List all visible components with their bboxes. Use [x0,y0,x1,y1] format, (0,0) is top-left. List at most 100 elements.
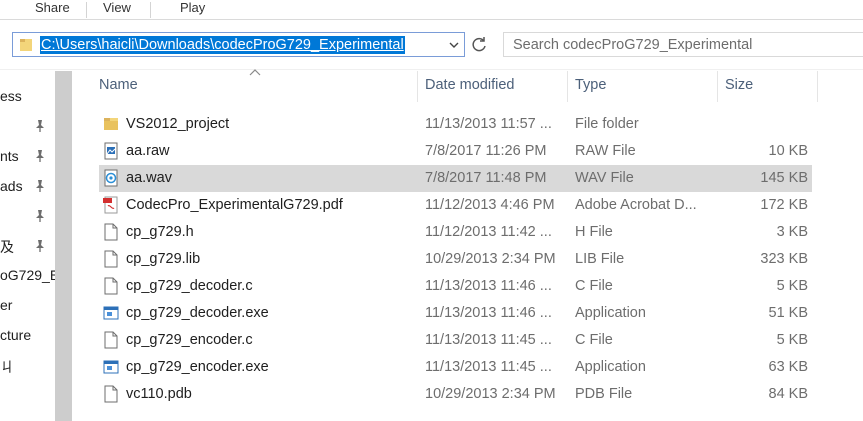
tab-play[interactable]: Play [180,0,205,15]
column-divider[interactable] [567,71,568,102]
file-date: 7/8/2017 11:48 PM [425,170,547,186]
file-type: LIB File [575,251,625,267]
nav-item[interactable]: cture [0,327,31,347]
file-name[interactable]: aa.raw [126,143,170,159]
column-header-type[interactable]: Type [575,77,606,93]
file-size: 63 KB [768,359,809,375]
file-size: 5 KB [776,332,808,348]
column-divider[interactable] [417,71,418,102]
file-name[interactable]: cp_g729_decoder.exe [126,305,269,321]
image-file-icon [104,142,118,160]
tab-share[interactable]: Share [35,0,70,15]
scrollbar-thumb[interactable] [55,71,72,421]
nav-item[interactable]: 及 [0,237,14,257]
nav-scrollbar[interactable] [55,71,72,421]
pin-icon [36,180,44,192]
folder-icon [20,39,32,51]
search-box[interactable]: Search codecProG729_Experimental [503,32,863,57]
file-type: File folder [575,116,639,132]
tab-divider [150,2,151,18]
pin-icon [36,240,44,252]
pin-icon [36,150,44,162]
file-row[interactable]: cp_g729_decoder.exe 11/13/2013 11:46 ...… [99,300,812,327]
nav-item[interactable]: nts [0,148,19,168]
file-row[interactable]: CodecPro_ExperimentalG729.pdf 11/12/2013… [99,192,812,219]
ribbon-tabs: Share View Play [0,0,863,20]
file-type: RAW File [575,143,636,159]
file-type: Application [575,305,646,321]
pin-icon [36,120,44,132]
address-path[interactable]: C:\Users\haicli\Downloads\codecProG729_E… [40,36,405,54]
file-date: 11/13/2013 11:57 ... [425,116,552,132]
file-size: 5 KB [776,278,808,294]
file-date: 11/12/2013 4:46 PM [425,197,555,213]
column-header-size[interactable]: Size [725,77,753,93]
file-date: 11/13/2013 11:45 ... [425,359,552,375]
navigation-bar: C:\Users\haicli\Downloads\codecProG729_E… [0,20,863,70]
column-headers: Name Date modified Type Size [72,69,863,102]
tab-divider [86,2,87,18]
file-name[interactable]: cp_g729.lib [126,251,200,267]
file-size: 145 KB [760,170,808,186]
file-date: 11/13/2013 11:46 ... [425,305,552,321]
file-size: 323 KB [760,251,808,267]
generic-file-icon [104,223,118,241]
file-size: 172 KB [760,197,808,213]
column-header-date[interactable]: Date modified [425,77,514,93]
file-row-selected[interactable]: aa.wav 7/8/2017 11:48 PM WAV File 145 KB [99,165,812,192]
file-name[interactable]: CodecPro_ExperimentalG729.pdf [126,197,343,213]
file-row[interactable]: aa.raw 7/8/2017 11:26 PM RAW File 10 KB [99,138,812,165]
folder-icon [104,118,118,130]
search-placeholder[interactable]: Search codecProG729_Experimental [513,37,752,53]
nav-item[interactable]: ads [0,178,23,198]
file-row[interactable]: VS2012_project 11/13/2013 11:57 ... File… [99,111,812,138]
file-date: 10/29/2013 2:34 PM [425,251,556,267]
file-row[interactable]: cp_g729.h 11/12/2013 11:42 ... H File 3 … [99,219,812,246]
file-type: H File [575,224,613,240]
file-row[interactable]: cp_g729_decoder.c 11/13/2013 11:46 ... C… [99,273,812,300]
file-type: Adobe Acrobat D... [575,197,697,213]
file-date: 11/12/2013 11:42 ... [425,224,552,240]
address-bar[interactable]: C:\Users\haicli\Downloads\codecProG729_E… [12,32,465,57]
file-row[interactable]: cp_g729_encoder.c 11/13/2013 11:45 ... C… [99,327,812,354]
generic-file-icon [104,277,118,295]
application-icon [103,360,119,374]
file-type: C File [575,278,613,294]
file-type: C File [575,332,613,348]
audio-file-icon [104,169,118,187]
generic-file-icon [104,385,118,403]
file-name[interactable]: cp_g729_decoder.c [126,278,253,294]
refresh-icon[interactable] [469,35,489,55]
file-name[interactable]: vc110.pdb [126,386,192,402]
file-row[interactable]: vc110.pdb 10/29/2013 2:34 PM PDB File 84… [99,381,812,408]
sort-ascending-icon [249,69,261,76]
file-row[interactable]: cp_g729.lib 10/29/2013 2:34 PM LIB File … [99,246,812,273]
file-size: 84 KB [768,386,809,402]
file-size: 51 KB [768,305,809,321]
chevron-down-icon[interactable] [447,37,461,53]
file-name[interactable]: cp_g729_encoder.c [126,332,253,348]
file-name[interactable]: cp_g729_encoder.exe [126,359,269,375]
nav-item[interactable]: er [0,297,12,317]
file-size: 10 KB [768,143,809,159]
generic-file-icon [104,250,118,268]
file-date: 10/29/2013 2:34 PM [425,386,556,402]
file-name[interactable]: VS2012_project [126,116,229,132]
pin-icon [36,210,44,222]
nav-item[interactable]: oG729_E [0,267,55,287]
nav-item[interactable]: ㄐ [0,357,14,377]
navigation-pane: ess nts ads 及 oG729_E er cture ㄐ [0,71,55,421]
file-type: Application [575,359,646,375]
file-date: 11/13/2013 11:46 ... [425,278,552,294]
file-date: 11/13/2013 11:45 ... [425,332,552,348]
file-type: PDB File [575,386,633,402]
column-header-name[interactable]: Name [99,77,138,93]
column-divider[interactable] [817,71,818,102]
nav-item[interactable]: ess [0,88,22,108]
file-row[interactable]: cp_g729_encoder.exe 11/13/2013 11:45 ...… [99,354,812,381]
file-name[interactable]: cp_g729.h [126,224,194,240]
file-name[interactable]: aa.wav [126,170,172,186]
tab-view[interactable]: View [103,0,131,15]
pdf-file-icon [103,196,118,214]
column-divider[interactable] [717,71,718,102]
